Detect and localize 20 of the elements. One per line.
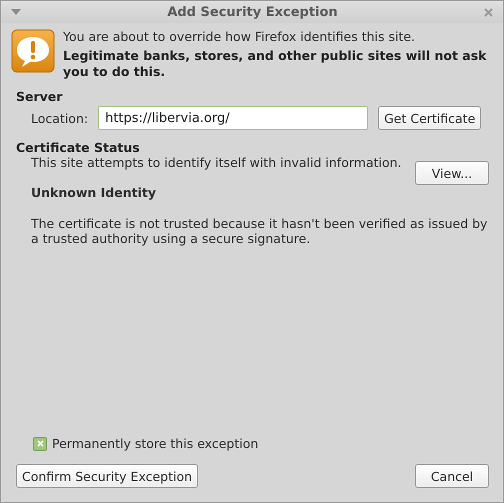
- checkbox[interactable]: [33, 436, 47, 450]
- view-button[interactable]: View...: [415, 161, 489, 185]
- status-summary: This site attempts to identify itself with invalid information.: [31, 155, 403, 170]
- checkbox-label[interactable]: Permanently store this exception: [52, 436, 258, 451]
- section-heading: Server: [16, 89, 64, 104]
- close-icon[interactable]: [484, 8, 493, 16]
- window-title: Add Security Exception: [166, 4, 339, 20]
- location-field[interactable]: https://libervia.org/: [98, 106, 368, 130]
- window-menu-icon[interactable]: [11, 9, 21, 15]
- cancel-button[interactable]: Cancel: [415, 464, 489, 488]
- location-label: Location:: [31, 110, 88, 126]
- cross-mark-icon: [36, 440, 44, 447]
- confirm-button[interactable]: Confirm Security Exception: [16, 464, 198, 488]
- section-heading: Certificate Status: [16, 140, 141, 155]
- problem-text: The certificate is not trusted because it hasn't been verified as issued by a trusted authority using a secure signature.: [31, 216, 488, 246]
- problem-title: Unknown Identity: [31, 185, 158, 200]
- warning-text: Legitimate banks, stores, and other public sites will not ask you to do this.: [63, 48, 488, 80]
- warning-speech-bubble-icon: [11, 29, 55, 73]
- intro-text: You are about to override how Firefox identifies this site.: [63, 29, 416, 45]
- get-certificate-button[interactable]: Get Certificate: [378, 106, 482, 130]
